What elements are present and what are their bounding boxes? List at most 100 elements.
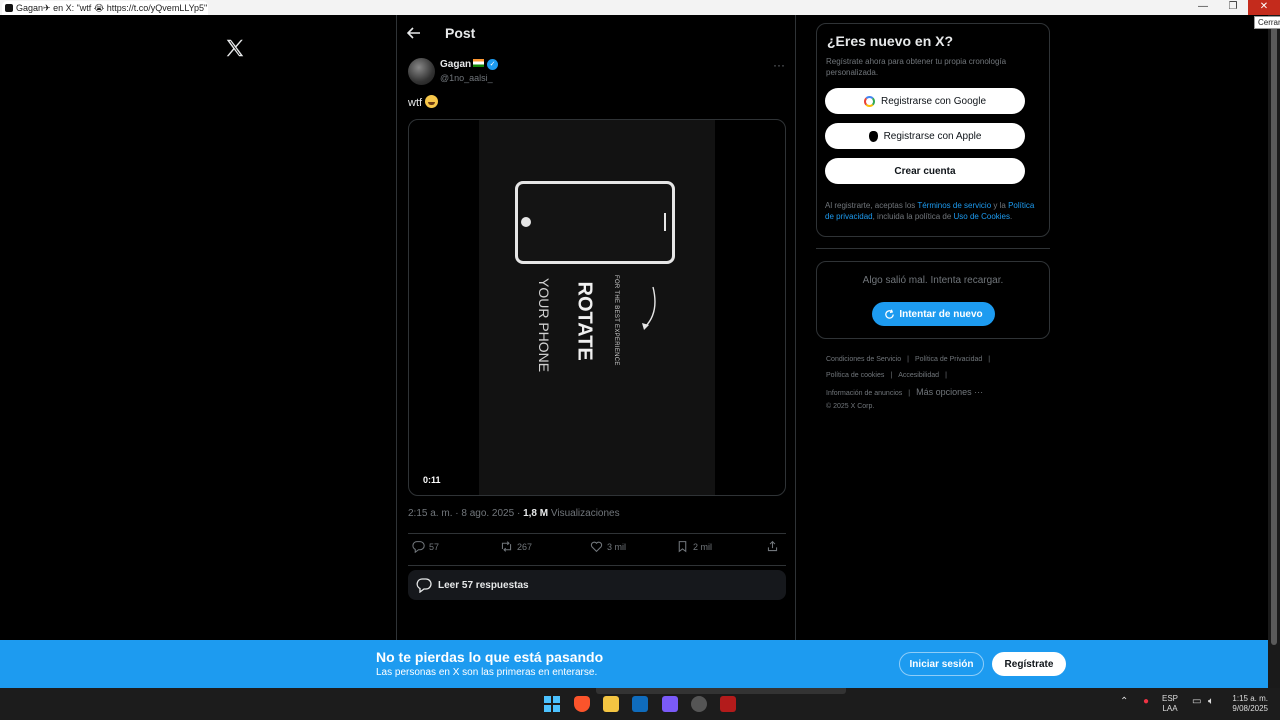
legal-text-3: , incluida la política de: [872, 212, 954, 221]
signup-banner: No te pierdas lo que está pasando Las pe…: [0, 640, 1268, 688]
login-button[interactable]: Iniciar sesión: [899, 652, 984, 676]
post-time[interactable]: 2:15 a. m. · 8 ago. 2025 ·: [408, 508, 523, 519]
views-count: 1,8 M: [523, 508, 549, 519]
back-arrow-icon[interactable]: [406, 26, 421, 43]
footer-copyright: © 2025 X Corp.: [826, 403, 875, 410]
signup-subtitle: Regístrate ahora para obtener tu propia …: [826, 57, 1007, 77]
divider: [408, 565, 786, 566]
close-button[interactable]: ✕: [1248, 0, 1280, 15]
video-app-icon[interactable]: [720, 696, 736, 712]
windows-taskbar: ⌃ ● ESP LAA ▭ 🔈︎ 1:15 a. m. 9/08/2025: [0, 688, 1280, 720]
taskbar-hover-indicator: [596, 688, 846, 694]
like-button[interactable]: 3 mil: [590, 540, 626, 553]
author-name[interactable]: Gagan: [440, 59, 485, 70]
footer-terms-link[interactable]: Condiciones de Servicio: [826, 356, 901, 363]
rotate-text-block: FOR THE BEST EXPERIENCE ROTATE YOUR PHON…: [536, 275, 619, 395]
error-card: Algo salió mal. Intenta recargar. Intent…: [816, 261, 1050, 339]
retry-label: Intentar de nuevo: [899, 308, 983, 320]
legal-text-2: y la: [991, 201, 1009, 210]
footer-links: Condiciones de Servicio | Política de Priv…: [826, 356, 991, 410]
tab-title: Gagan✈ en X: "wtf 😭 https://t.co/yQvemLL…: [16, 3, 208, 13]
google-signup-button[interactable]: Registrarse con Google: [825, 88, 1025, 114]
read-replies-label: Leer 57 respuestas: [438, 579, 529, 591]
terms-link[interactable]: Términos de servicio: [917, 201, 991, 210]
refresh-icon: [885, 308, 895, 319]
cookies-link[interactable]: Uso de Cookies: [954, 212, 1010, 221]
windows-start-icon[interactable]: [544, 696, 560, 712]
maximize-button[interactable]: ❐: [1218, 0, 1248, 15]
legal-text-1: Al registrarte, aceptas los: [825, 201, 918, 210]
apple-icon: [868, 130, 878, 142]
tray-chevron-icon[interactable]: ⌃: [1120, 697, 1128, 707]
repost-icon: [501, 541, 512, 552]
phone-illustration-icon: [515, 181, 675, 264]
volume-icon[interactable]: 🔈︎: [1208, 697, 1214, 707]
scrollbar[interactable]: [1268, 15, 1280, 688]
post-column: Post Gagan ✓ @1no_aalsi_ ··· wtf FOR THE…: [396, 15, 796, 640]
register-button[interactable]: Regístrate: [992, 652, 1066, 676]
layout-code: LAA: [1162, 704, 1178, 713]
video-caption-medium: YOUR PHONE: [536, 278, 552, 373]
file-explorer-icon[interactable]: [603, 696, 619, 712]
brave-browser-icon[interactable]: [574, 696, 590, 712]
author-name-text[interactable]: Gagan: [440, 59, 471, 70]
right-sidebar: ¿Eres nuevo en X? Regístrate ahora para …: [816, 15, 1050, 640]
app-circle-icon[interactable]: [691, 696, 707, 712]
repost-button[interactable]: 267: [500, 540, 532, 553]
footer-accessibility-link[interactable]: Accesibilidad: [898, 372, 939, 379]
repost-count: 267: [517, 541, 533, 552]
bookmark-button[interactable]: 2 mil: [676, 540, 712, 553]
create-account-button[interactable]: Crear cuenta: [825, 158, 1025, 184]
close-tooltip: Cerrar: [1254, 16, 1280, 29]
signup-title: ¿Eres nuevo en X?: [827, 33, 954, 49]
reply-icon: [412, 541, 425, 553]
page-title: Post: [445, 25, 476, 41]
reply-count: 57: [429, 541, 440, 552]
bookmark-count: 2 mil: [693, 541, 713, 552]
reply-button[interactable]: 57: [412, 540, 439, 553]
network-icon[interactable]: ▭: [1192, 697, 1201, 707]
video-player[interactable]: FOR THE BEST EXPERIENCE ROTATE YOUR PHON…: [408, 119, 786, 496]
retry-button[interactable]: Intentar de nuevo: [872, 302, 995, 326]
video-caption-small: FOR THE BEST EXPERIENCE: [613, 275, 619, 366]
apple-signup-label: Registrarse con Apple: [883, 130, 982, 142]
language-indicator[interactable]: ESP LAA: [1162, 694, 1178, 714]
microsoft-store-icon[interactable]: [632, 696, 648, 712]
x-favicon-icon: [5, 4, 13, 12]
error-message: Algo salió mal. Intenta recargar.: [862, 275, 1004, 286]
share-icon: [767, 540, 778, 552]
legal-text: Al registrarte, aceptas los Términos de …: [825, 200, 1043, 222]
footer-privacy-link[interactable]: Política de Privacidad: [915, 356, 982, 363]
minimize-button[interactable]: —: [1188, 0, 1218, 15]
video-caption-big: ROTATE: [573, 281, 596, 361]
views-label: Visualizaciones: [548, 508, 620, 519]
legal-text-4: .: [1010, 212, 1013, 221]
clock-time: 1:15 a. m.: [1232, 694, 1268, 703]
left-nav: [0, 15, 396, 640]
signup-card: ¿Eres nuevo en X? Regístrate ahora para …: [816, 23, 1050, 237]
read-replies-button[interactable]: Leer 57 respuestas: [408, 570, 786, 600]
tweet-text-content: wtf: [408, 97, 423, 109]
x-logo-icon[interactable]: [224, 37, 246, 59]
video-frame: FOR THE BEST EXPERIENCE ROTATE YOUR PHON…: [479, 120, 715, 495]
more-options-icon[interactable]: ···: [773, 58, 785, 72]
game-controller-icon[interactable]: [662, 696, 678, 712]
like-count: 3 mil: [607, 541, 627, 552]
footer-more-options[interactable]: Más opciones ···: [916, 387, 983, 397]
banner-subtitle: Las personas en X son las primeras en en…: [376, 667, 598, 678]
divider: [408, 533, 786, 534]
microphone-icon[interactable]: ●: [1143, 697, 1149, 707]
divider: [816, 248, 1050, 249]
browser-tab[interactable]: Gagan✈ en X: "wtf 😭 https://t.co/yQvemLL…: [2, 1, 208, 15]
footer-ads-link[interactable]: Información de anuncios: [826, 390, 902, 397]
language-code: ESP: [1162, 694, 1179, 703]
share-button[interactable]: [766, 540, 779, 553]
speech-bubble-icon: [416, 578, 432, 593]
footer-cookies-link[interactable]: Política de cookies: [826, 372, 884, 379]
author-handle[interactable]: @1no_aalsi_: [440, 73, 493, 83]
apple-signup-button[interactable]: Registrarse con Apple: [825, 123, 1025, 149]
avatar[interactable]: [408, 58, 435, 85]
scroll-thumb[interactable]: [1271, 25, 1277, 645]
clock[interactable]: 1:15 a. m. 9/08/2025: [1226, 694, 1268, 714]
banner-title: No te pierdas lo que está pasando: [376, 649, 604, 665]
